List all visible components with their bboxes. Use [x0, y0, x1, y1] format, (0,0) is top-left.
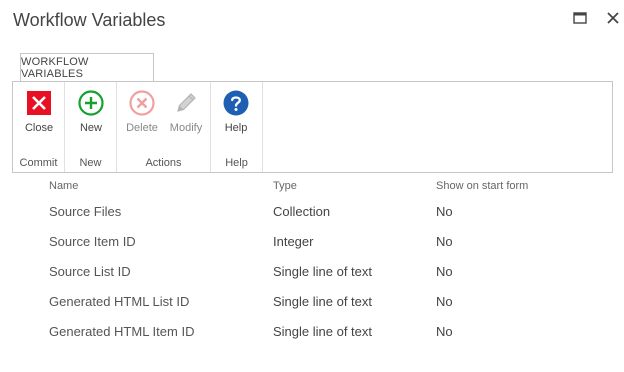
variable-show-on-start-form: No — [436, 234, 453, 249]
modify-button-label: Modify — [169, 122, 203, 134]
modify-button[interactable]: Modify — [163, 90, 209, 142]
add-circle-icon — [78, 90, 104, 116]
variable-type: Integer — [273, 234, 314, 249]
help-button[interactable]: Help — [213, 90, 259, 142]
close-button[interactable]: Close — [16, 90, 62, 142]
pencil-icon — [177, 93, 196, 112]
variable-type: Single line of text — [273, 324, 373, 339]
variable-show-on-start-form: No — [436, 264, 453, 279]
help-icon — [223, 90, 249, 116]
dialog-title: Workflow Variables — [13, 10, 166, 30]
group-label-help: Help — [225, 157, 248, 169]
variable-type: Single line of text — [273, 294, 373, 309]
group-label-actions: Actions — [145, 157, 182, 169]
group-label-commit: Commit — [19, 157, 58, 169]
tab-workflow-variables[interactable]: WORKFLOW VARIABLES — [20, 53, 154, 81]
help-button-label: Help — [224, 122, 248, 134]
table-row[interactable]: Source List ID Single line of text No — [0, 264, 624, 284]
close-window-icon[interactable] — [605, 10, 621, 26]
variable-name[interactable]: Source Files — [49, 204, 121, 219]
group-label-new: New — [79, 157, 102, 169]
maximize-icon[interactable] — [572, 10, 588, 26]
variable-name[interactable]: Source Item ID — [49, 234, 136, 249]
new-button[interactable]: New — [68, 90, 114, 142]
ribbon-group-commit: Close Commit — [13, 82, 65, 172]
variable-type: Collection — [273, 204, 331, 219]
ribbon-group-new: New New — [65, 82, 117, 172]
new-button-label: New — [79, 122, 102, 134]
column-header-type[interactable]: Type — [273, 180, 297, 192]
column-header-show-on-start-form[interactable]: Show on start form — [436, 180, 528, 192]
variable-show-on-start-form: No — [436, 204, 453, 219]
delete-button-label: Delete — [126, 122, 158, 134]
ribbon-group-actions: Delete Modify Actions — [117, 82, 211, 172]
delete-circle-icon — [129, 90, 155, 116]
ribbon-group-help: Help Help — [211, 82, 263, 172]
variable-name[interactable]: Source List ID — [49, 264, 131, 279]
table-row[interactable]: Source Files Collection No — [0, 204, 624, 224]
delete-button[interactable]: Delete — [119, 90, 165, 142]
variable-type: Single line of text — [273, 264, 373, 279]
table-row[interactable]: Generated HTML List ID Single line of te… — [0, 294, 624, 314]
column-header-name[interactable]: Name — [49, 180, 78, 192]
variable-name[interactable]: Generated HTML Item ID — [49, 324, 194, 339]
table-row[interactable]: Generated HTML Item ID Single line of te… — [0, 324, 624, 344]
ribbon: Close Commit New New Delete Modify Actio… — [12, 81, 613, 173]
close-button-label: Close — [24, 122, 54, 134]
variable-show-on-start-form: No — [436, 294, 453, 309]
table-row[interactable]: Source Item ID Integer No — [0, 234, 624, 254]
close-icon — [27, 91, 51, 115]
variable-show-on-start-form: No — [436, 324, 453, 339]
variable-name[interactable]: Generated HTML List ID — [49, 294, 189, 309]
